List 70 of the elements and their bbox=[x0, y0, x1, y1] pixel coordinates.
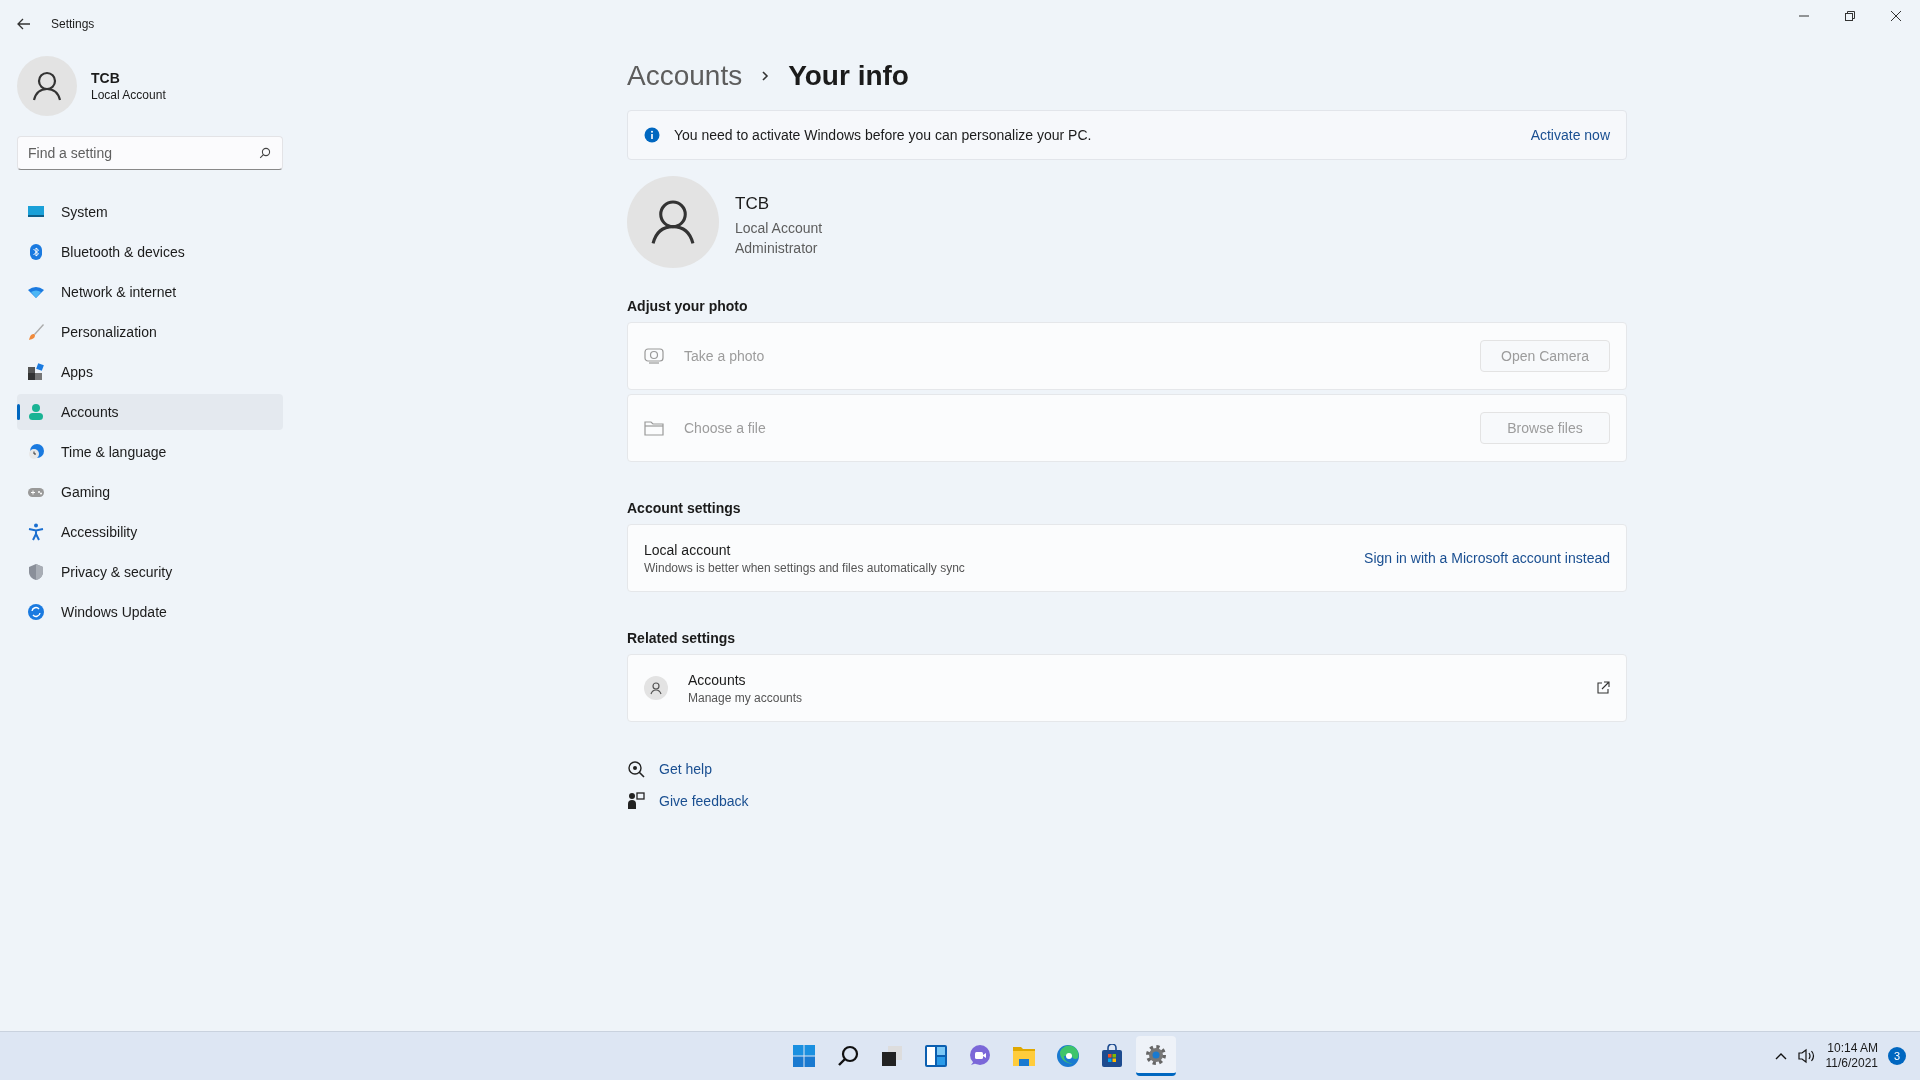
profile-account-type: Local Account bbox=[91, 88, 166, 102]
user-name: TCB bbox=[735, 194, 770, 214]
help-link[interactable]: Get help bbox=[659, 761, 712, 777]
back-icon[interactable] bbox=[17, 18, 31, 30]
widgets-icon bbox=[924, 1044, 948, 1068]
related-setting-card[interactable]: Accounts Manage my accounts bbox=[627, 654, 1627, 722]
nav-item[interactable]: Apps bbox=[17, 354, 283, 390]
nav-item[interactable]: Windows Update bbox=[17, 594, 283, 630]
folder-icon bbox=[644, 419, 664, 437]
microsoft-signin-link[interactable]: Sign in with a Microsoft account instead bbox=[1364, 550, 1610, 566]
external-link-icon bbox=[1596, 681, 1610, 695]
chevron-up-icon[interactable] bbox=[1773, 1051, 1788, 1061]
nav-item[interactable]: Privacy & security bbox=[17, 554, 283, 590]
shield-icon bbox=[27, 563, 45, 581]
update-icon bbox=[27, 603, 45, 621]
person-icon bbox=[27, 403, 45, 421]
profile-name: TCB bbox=[91, 70, 121, 86]
chevron-icon bbox=[760, 69, 771, 83]
nav-item[interactable]: Accounts bbox=[17, 394, 283, 430]
breadcrumb-link[interactable]: Accounts bbox=[627, 60, 743, 92]
search-icon bbox=[259, 147, 271, 159]
option-label: Choose a file bbox=[684, 420, 767, 436]
section-heading: Related settings bbox=[627, 630, 737, 646]
nav-item[interactable]: Bluetooth & devices bbox=[17, 234, 283, 270]
brush-icon bbox=[27, 323, 45, 341]
card-title: Local account bbox=[644, 541, 732, 558]
user-detail: Local Account bbox=[735, 219, 823, 238]
camera-icon bbox=[644, 347, 664, 365]
feedback-icon bbox=[627, 792, 645, 810]
option-label: Take a photo bbox=[684, 348, 766, 364]
windows-logo-icon bbox=[792, 1044, 816, 1068]
folder-icon bbox=[1012, 1044, 1036, 1068]
card-title: Accounts bbox=[688, 671, 747, 688]
restore-icon[interactable] bbox=[1844, 10, 1856, 22]
banner-message: You need to activate Windows before you can personalize your PC. bbox=[674, 127, 1093, 143]
apps-icon bbox=[27, 363, 45, 381]
nav-item[interactable]: Personalization bbox=[17, 314, 283, 350]
search-field[interactable]: Find a setting bbox=[17, 136, 283, 170]
task-view-icon bbox=[880, 1044, 904, 1068]
card-description: Manage my accounts bbox=[688, 690, 804, 705]
help-icon bbox=[627, 760, 645, 778]
activate-link[interactable]: Activate now bbox=[1530, 127, 1610, 143]
settings-icon bbox=[1144, 1042, 1168, 1067]
page-title: Your info bbox=[788, 60, 909, 92]
window-title: Settings bbox=[51, 17, 95, 31]
browser-icon bbox=[1056, 1044, 1080, 1068]
nav-item[interactable]: Time & language bbox=[17, 434, 283, 470]
close-icon[interactable] bbox=[1890, 10, 1902, 22]
globe-clock-icon bbox=[27, 443, 45, 461]
nav-item[interactable]: System bbox=[17, 194, 283, 230]
user-detail: Administrator bbox=[735, 239, 819, 258]
store-bag-icon bbox=[1100, 1044, 1124, 1068]
avatar-icon bbox=[17, 56, 77, 116]
card-description: Windows is better when settings and files automatically sync bbox=[644, 560, 966, 575]
person-icon bbox=[644, 676, 668, 700]
speaker-icon[interactable] bbox=[1797, 1048, 1816, 1064]
notification-badge[interactable]: 3 bbox=[1888, 1047, 1906, 1065]
video-chat-icon bbox=[968, 1044, 992, 1068]
avatar-icon bbox=[627, 176, 719, 268]
nav-item[interactable]: Network & internet bbox=[17, 274, 283, 310]
info-icon bbox=[644, 127, 660, 143]
help-link[interactable]: Give feedback bbox=[659, 793, 749, 809]
clock[interactable]: 10:14 AM 11/6/2021 bbox=[1825, 1041, 1878, 1071]
section-heading: Adjust your photo bbox=[627, 298, 749, 314]
section-heading: Account settings bbox=[627, 500, 742, 516]
nav-item[interactable]: Accessibility bbox=[17, 514, 283, 550]
search-icon bbox=[836, 1044, 860, 1068]
nav-item[interactable]: Gaming bbox=[17, 474, 283, 510]
bluetooth-icon bbox=[27, 243, 45, 261]
accessibility-icon bbox=[27, 523, 45, 541]
